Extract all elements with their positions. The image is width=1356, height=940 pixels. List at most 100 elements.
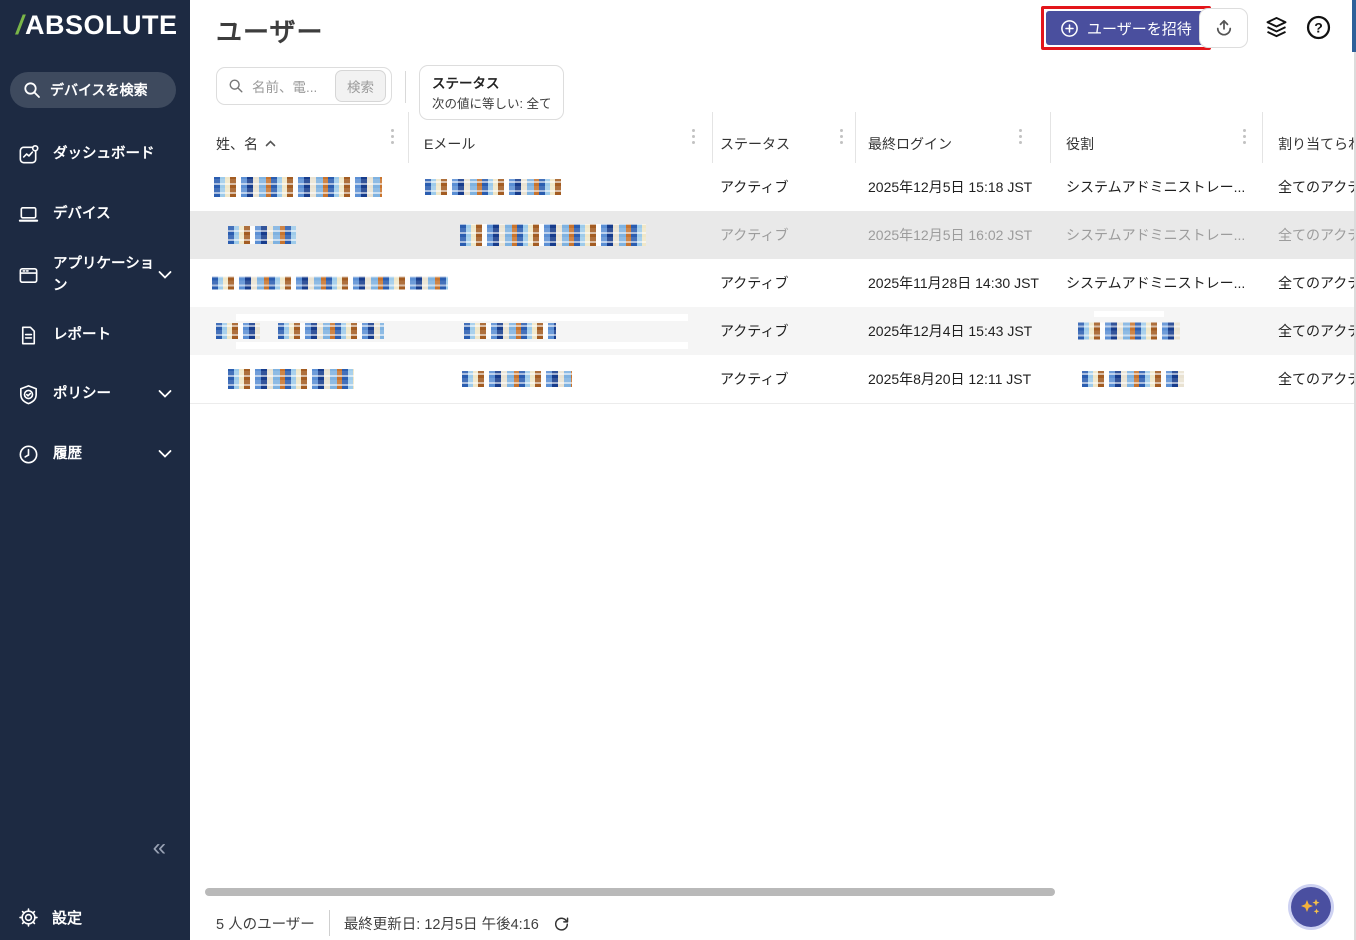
search-placeholder: 名前、電... (252, 76, 327, 96)
shield-check-icon (17, 383, 40, 406)
column-menu-icon[interactable] (391, 135, 394, 138)
filter-condition: 次の値に等しい: 全て (432, 93, 551, 112)
redacted-role (1082, 371, 1184, 387)
plus-circle-icon (1060, 19, 1079, 38)
horizontal-scrollbar[interactable] (205, 888, 1055, 896)
redaction-bar (236, 342, 688, 349)
export-button[interactable] (1199, 8, 1248, 48)
user-count: 5 人のユーザー (216, 913, 315, 934)
redacted-name (214, 177, 382, 197)
chevron-down-icon (158, 390, 172, 399)
search-submit-button[interactable]: 検索 (335, 70, 386, 102)
role-cell: システムアドミニストレー... (1066, 163, 1245, 211)
column-menu-icon[interactable] (692, 135, 695, 138)
page-title: ユーザー (216, 12, 323, 49)
filter-name: ステータス (432, 72, 551, 92)
column-header-assigned[interactable]: 割り当てられた (1278, 124, 1356, 163)
role-cell: システムアドミニストレー... (1066, 211, 1245, 259)
redacted-name (278, 323, 384, 339)
laptop-icon (17, 203, 40, 226)
table-header: 姓、名 Eメール ステータス 最終ログイン 役割 割り当てられた (190, 124, 1356, 164)
app-window: /ABSOLUTE デバイスを検索 ダッシュボード デバイス アプリケーション (0, 0, 1356, 940)
assigned-cell: 全てのアクティ (1278, 355, 1356, 403)
redacted-role (1078, 323, 1180, 340)
status-cell: アクティブ (720, 355, 788, 403)
upload-icon (1213, 17, 1235, 39)
invite-user-button[interactable]: ユーザーを招待 (1046, 11, 1206, 45)
assigned-cell: 全てのアクティ (1278, 211, 1356, 259)
sidebar-item-dashboard[interactable]: ダッシュボード (0, 130, 190, 178)
svg-text:?: ? (1314, 19, 1323, 35)
chevron-down-icon (158, 271, 172, 280)
invite-user-highlight-box: ユーザーを招待 (1041, 6, 1211, 50)
sidebar-item-reports[interactable]: レポート (0, 311, 190, 359)
last-login-cell: 2025年11月28日 14:30 JST (868, 259, 1039, 307)
redacted-email (425, 179, 561, 195)
sidebar-item-devices[interactable]: デバイス (0, 190, 190, 238)
sidebar-item-policies[interactable]: ポリシー (0, 370, 190, 418)
column-header-role[interactable]: 役割 (1066, 124, 1094, 163)
last-login-cell: 2025年8月20日 12:11 JST (868, 355, 1031, 403)
sidebar-item-label: ダッシュボード (53, 143, 165, 165)
sidebar-item-applications[interactable]: アプリケーション (0, 244, 190, 306)
sidebar-item-settings[interactable]: 設定 (0, 894, 190, 940)
app-window-icon (17, 264, 40, 287)
question-circle-icon: ? (1305, 14, 1332, 41)
column-header-last-login[interactable]: 最終ログイン (868, 124, 952, 163)
search-icon (228, 78, 244, 94)
absolute-logo: /ABSOLUTE (16, 10, 178, 41)
redacted-email (464, 323, 556, 339)
table-row[interactable]: アクティブ 2025年12月4日 15:43 JST 全てのアクティ (190, 307, 1356, 356)
layers-button[interactable] (1261, 12, 1291, 42)
sidebar-collapse-button[interactable]: « (153, 836, 166, 860)
search-icon (23, 81, 41, 99)
device-search-button[interactable]: デバイスを検索 (10, 72, 176, 108)
sparkles-icon (1291, 887, 1331, 927)
user-search-input[interactable]: 名前、電... 検索 (216, 67, 392, 105)
sidebar-item-label: 履歴 (53, 443, 165, 465)
status-cell: アクティブ (720, 307, 788, 355)
layers-icon (1263, 14, 1290, 41)
status-filter-chip[interactable]: ステータス 次の値に等しい: 全て (419, 65, 564, 120)
table-row[interactable]: アクティブ 2025年12月5日 15:18 JST システムアドミニストレー.… (190, 163, 1356, 212)
sidebar-item-label: ポリシー (53, 383, 165, 405)
sidebar: /ABSOLUTE デバイスを検索 ダッシュボード デバイス アプリケーション (0, 0, 190, 940)
sidebar-item-history[interactable]: 履歴 (0, 430, 190, 478)
role-cell: システムアドミニストレー... (1066, 259, 1245, 307)
redaction-bar (236, 314, 688, 321)
status-cell: アクティブ (720, 211, 788, 259)
assigned-cell: 全てのアクティ (1278, 163, 1356, 211)
column-menu-icon[interactable] (840, 135, 843, 138)
redacted-name (228, 369, 354, 389)
ai-assistant-button[interactable] (1288, 884, 1334, 930)
logo-text: ABSOLUTE (25, 10, 178, 40)
sidebar-item-label: デバイス (53, 203, 165, 225)
dashboard-icon (17, 143, 40, 166)
column-header-status[interactable]: ステータス (720, 124, 790, 163)
table-footer: 5 人のユーザー 最終更新日: 12月5日 午後4:16 (216, 908, 570, 938)
logo-slash: / (16, 10, 24, 40)
table-row[interactable]: アクティブ 2025年11月28日 14:30 JST システムアドミニストレー… (190, 259, 1356, 308)
table-row[interactable]: アクティブ 2025年12月5日 16:02 JST システムアドミニストレー.… (190, 211, 1356, 260)
window-edge-accent (1352, 0, 1356, 52)
help-button[interactable]: ? (1303, 12, 1333, 42)
sidebar-item-label: レポート (53, 324, 165, 346)
refresh-icon[interactable] (553, 915, 570, 932)
redacted-name (216, 323, 260, 339)
footer-divider (329, 910, 330, 936)
assigned-cell: 全てのアクティ (1278, 259, 1356, 307)
gear-icon (17, 906, 40, 929)
column-menu-icon[interactable] (1019, 135, 1022, 138)
last-updated: 最終更新日: 12月5日 午後4:16 (344, 913, 539, 934)
column-menu-icon[interactable] (1243, 135, 1246, 138)
column-header-email[interactable]: Eメール (424, 124, 475, 163)
redacted-name (212, 277, 448, 290)
sidebar-item-label: アプリケーション (53, 253, 165, 298)
status-cell: アクティブ (720, 259, 788, 307)
table-row[interactable]: アクティブ 2025年8月20日 12:11 JST 全てのアクティ (190, 355, 1356, 404)
column-header-name[interactable]: 姓、名 (216, 124, 276, 163)
status-cell: アクティブ (720, 163, 788, 211)
device-search-label: デバイスを検索 (50, 80, 148, 100)
sort-asc-icon (265, 140, 276, 147)
chevron-down-icon (158, 450, 172, 459)
